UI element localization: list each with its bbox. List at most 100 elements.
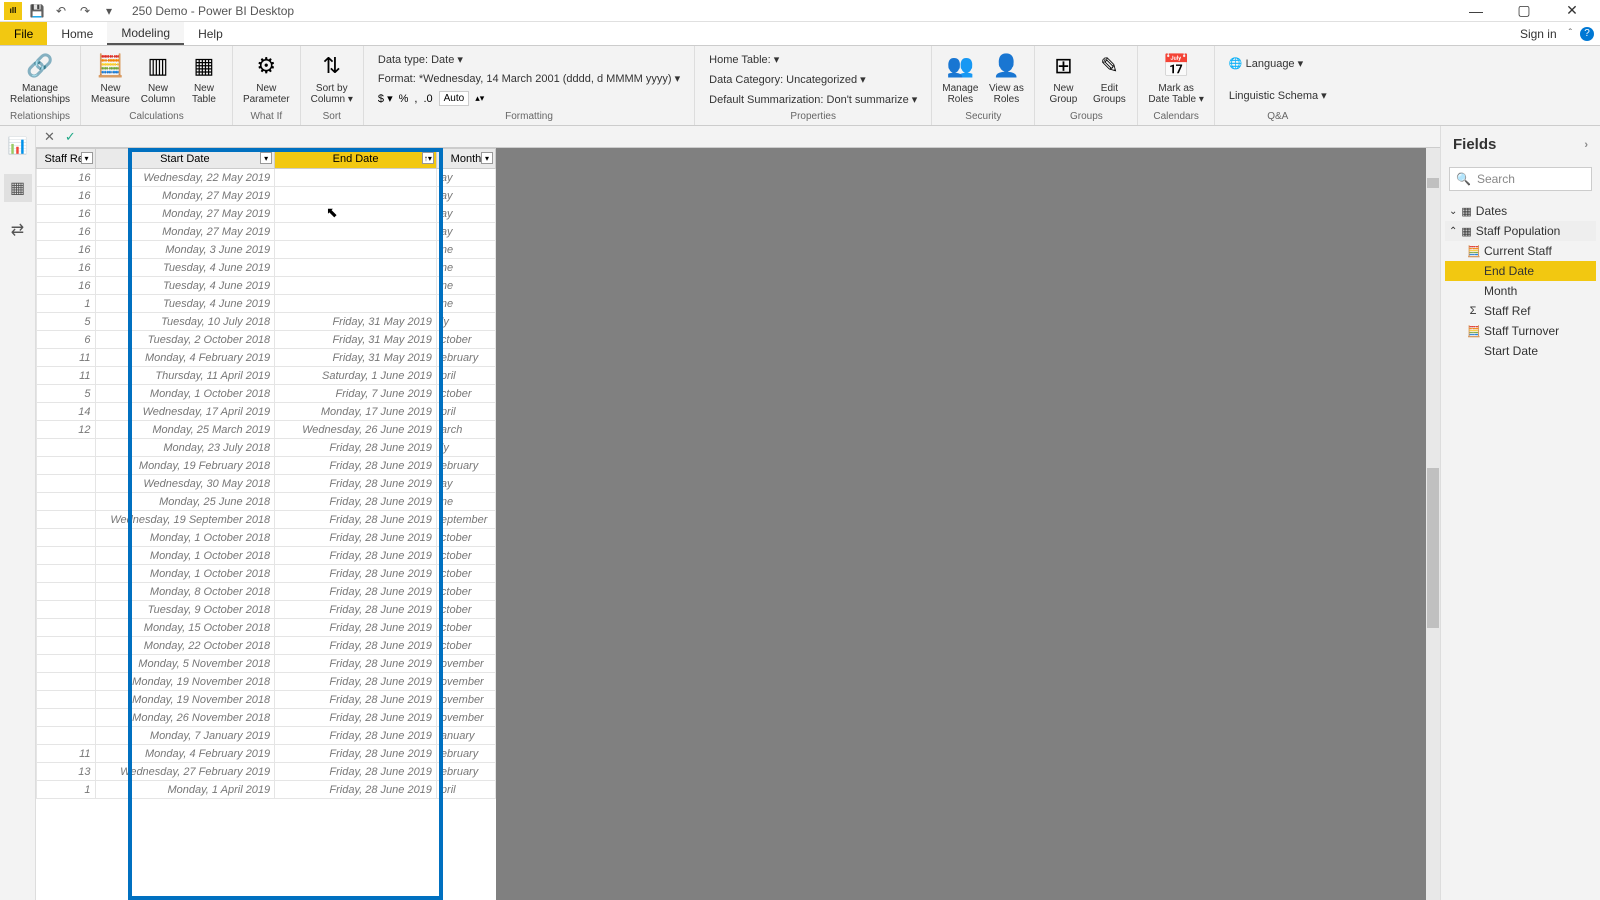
cancel-formula-icon[interactable]: ✕ bbox=[44, 129, 55, 145]
percent-button[interactable]: % bbox=[399, 93, 409, 105]
table-row[interactable]: 1Tuesday, 4 June 2019ne bbox=[37, 295, 496, 313]
table-row[interactable]: Monday, 26 November 2018Friday, 28 June … bbox=[37, 709, 496, 727]
data-type-dropdown[interactable]: Data type: Date ▾ bbox=[378, 53, 680, 66]
help-icon[interactable]: ? bbox=[1580, 27, 1594, 41]
table-row[interactable]: 16Tuesday, 4 June 2019ne bbox=[37, 277, 496, 295]
help-tab[interactable]: Help bbox=[184, 22, 237, 45]
auto-decimals[interactable]: Auto bbox=[439, 91, 470, 106]
col-header-enddate[interactable]: End Date↑▾ bbox=[275, 149, 437, 169]
table-row[interactable]: Monday, 15 October 2018Friday, 28 June 2… bbox=[37, 619, 496, 637]
table-row[interactable]: 16Wednesday, 22 May 2019ay bbox=[37, 169, 496, 187]
data-category-dropdown[interactable]: Data Category: Uncategorized ▾ bbox=[709, 73, 917, 86]
table-row[interactable]: 16Monday, 27 May 2019ay bbox=[37, 223, 496, 241]
data-grid[interactable]: Staff Ref▾ Start Date▾ End Date↑▾ Month▾… bbox=[36, 148, 496, 900]
table-row[interactable]: Monday, 23 July 2018Friday, 28 June 2019… bbox=[37, 439, 496, 457]
summarization-dropdown[interactable]: Default Summarization: Don't summarize ▾ bbox=[709, 93, 917, 106]
collapse-ribbon-icon[interactable]: ˆ bbox=[1569, 28, 1572, 39]
table-row[interactable]: 16Monday, 27 May 2019ay bbox=[37, 205, 496, 223]
table-row[interactable]: Tuesday, 9 October 2018Friday, 28 June 2… bbox=[37, 601, 496, 619]
field-start-date[interactable]: Start Date bbox=[1445, 341, 1596, 361]
table-row[interactable]: 16Monday, 27 May 2019ay bbox=[37, 187, 496, 205]
col-header-month[interactable]: Month▾ bbox=[436, 149, 495, 169]
language-dropdown[interactable]: 🌐 Language ▾ bbox=[1229, 57, 1327, 70]
redo-button[interactable]: ↷ bbox=[76, 2, 94, 20]
model-view-button[interactable]: ⇄ bbox=[4, 216, 32, 244]
new-measure-button[interactable]: 🧮New Measure bbox=[87, 48, 134, 107]
table-row[interactable]: Monday, 25 June 2018Friday, 28 June 2019… bbox=[37, 493, 496, 511]
table-row[interactable]: 13Wednesday, 27 February 2019Friday, 28 … bbox=[37, 763, 496, 781]
table-row[interactable]: Monday, 1 October 2018Friday, 28 June 20… bbox=[37, 547, 496, 565]
table-row[interactable]: Wednesday, 19 September 2018Friday, 28 J… bbox=[37, 511, 496, 529]
mark-date-table-button[interactable]: 📅Mark as Date Table ▾ bbox=[1144, 48, 1207, 107]
field-staff-turnover[interactable]: 🧮Staff Turnover bbox=[1445, 321, 1596, 341]
manage-roles-button[interactable]: 👥Manage Roles bbox=[938, 48, 982, 107]
manage-relationships-button[interactable]: 🔗 Manage Relationships bbox=[6, 48, 74, 107]
file-tab[interactable]: File bbox=[0, 22, 47, 45]
new-parameter-button[interactable]: ⚙New Parameter bbox=[239, 48, 294, 107]
table-row[interactable]: 16Tuesday, 4 June 2019ne bbox=[37, 259, 496, 277]
col-header-startdate[interactable]: Start Date▾ bbox=[95, 149, 275, 169]
table-row[interactable]: 11Monday, 4 February 2019Friday, 28 June… bbox=[37, 745, 496, 763]
table-row[interactable]: Monday, 19 February 2018Friday, 28 June … bbox=[37, 457, 496, 475]
table-row[interactable]: Monday, 22 October 2018Friday, 28 June 2… bbox=[37, 637, 496, 655]
save-button[interactable]: 💾 bbox=[28, 2, 46, 20]
modeling-tab[interactable]: Modeling bbox=[107, 22, 184, 45]
table-row[interactable]: Monday, 7 January 2019Friday, 28 June 20… bbox=[37, 727, 496, 745]
signin-link[interactable]: Sign in bbox=[1520, 27, 1569, 41]
data-view-button[interactable]: ▦ bbox=[4, 174, 32, 202]
table-row[interactable]: 5Monday, 1 October 2018Friday, 7 June 20… bbox=[37, 385, 496, 403]
home-table-dropdown[interactable]: Home Table: ▾ bbox=[709, 53, 917, 66]
table-row[interactable]: Wednesday, 30 May 2018Friday, 28 June 20… bbox=[37, 475, 496, 493]
filter-icon[interactable]: ▾ bbox=[81, 152, 93, 164]
close-button[interactable]: ✕ bbox=[1552, 1, 1592, 21]
new-table-button[interactable]: ▦New Table bbox=[182, 48, 226, 107]
col-header-staffref[interactable]: Staff Ref▾ bbox=[37, 149, 96, 169]
format-dropdown[interactable]: Format: *Wednesday, 14 March 2001 (dddd,… bbox=[378, 72, 680, 85]
field-staff-ref[interactable]: ΣStaff Ref bbox=[1445, 301, 1596, 321]
commit-formula-icon[interactable]: ✓ bbox=[65, 129, 76, 145]
table-staff-population[interactable]: ⌃ ▦ Staff Population bbox=[1445, 221, 1596, 241]
edit-groups-button[interactable]: ✎Edit Groups bbox=[1087, 48, 1131, 107]
report-view-button[interactable]: 📊 bbox=[4, 132, 32, 160]
field-month[interactable]: Month bbox=[1445, 281, 1596, 301]
collapse-fields-icon[interactable]: › bbox=[1584, 139, 1588, 151]
measure-icon: 🧮 bbox=[95, 50, 127, 82]
table-row[interactable]: Monday, 8 October 2018Friday, 28 June 20… bbox=[37, 583, 496, 601]
filter-icon[interactable]: ▾ bbox=[481, 152, 493, 164]
table-row[interactable]: 12Monday, 25 March 2019Wednesday, 26 Jun… bbox=[37, 421, 496, 439]
table-row[interactable]: 16Monday, 3 June 2019ne bbox=[37, 241, 496, 259]
linguistic-schema-dropdown[interactable]: Linguistic Schema ▾ bbox=[1229, 89, 1327, 102]
undo-button[interactable]: ↶ bbox=[52, 2, 70, 20]
minimize-button[interactable]: — bbox=[1456, 1, 1496, 21]
table-row[interactable]: Monday, 5 November 2018Friday, 28 June 2… bbox=[37, 655, 496, 673]
sort-asc-icon[interactable]: ↑▾ bbox=[422, 152, 434, 164]
table-row[interactable]: 14Wednesday, 17 April 2019Monday, 17 Jun… bbox=[37, 403, 496, 421]
fields-search-input[interactable]: 🔍 Search bbox=[1449, 167, 1592, 191]
measure-icon: 🧮 bbox=[1467, 245, 1479, 258]
view-as-roles-button[interactable]: 👤View as Roles bbox=[984, 48, 1028, 107]
table-row[interactable]: Monday, 1 October 2018Friday, 28 June 20… bbox=[37, 529, 496, 547]
maximize-button[interactable]: ▢ bbox=[1504, 1, 1544, 21]
vertical-scrollbar[interactable] bbox=[1426, 148, 1440, 900]
table-row[interactable]: 1Monday, 1 April 2019Friday, 28 June 201… bbox=[37, 781, 496, 799]
table-row[interactable]: Monday, 1 October 2018Friday, 28 June 20… bbox=[37, 565, 496, 583]
table-row[interactable]: 6Tuesday, 2 October 2018Friday, 31 May 2… bbox=[37, 331, 496, 349]
table-row[interactable]: Monday, 19 November 2018Friday, 28 June … bbox=[37, 673, 496, 691]
table-row[interactable]: 11Thursday, 11 April 2019Saturday, 1 Jun… bbox=[37, 367, 496, 385]
table-row[interactable]: 5Tuesday, 10 July 2018Friday, 31 May 201… bbox=[37, 313, 496, 331]
new-group-button[interactable]: ⊞New Group bbox=[1041, 48, 1085, 107]
filter-icon[interactable]: ▾ bbox=[260, 152, 272, 164]
table-row[interactable]: Monday, 19 November 2018Friday, 28 June … bbox=[37, 691, 496, 709]
comma-button[interactable]: , bbox=[414, 93, 417, 105]
decimals-stepper[interactable]: ▴▾ bbox=[475, 93, 484, 104]
decimal-button[interactable]: .0 bbox=[423, 93, 432, 105]
field-end-date[interactable]: End Date bbox=[1445, 261, 1596, 281]
field-current-staff[interactable]: 🧮Current Staff bbox=[1445, 241, 1596, 261]
table-dates[interactable]: ⌄ ▦ Dates bbox=[1445, 201, 1596, 221]
new-column-button[interactable]: ▥New Column bbox=[136, 48, 180, 107]
table-row[interactable]: 11Monday, 4 February 2019Friday, 31 May … bbox=[37, 349, 496, 367]
currency-button[interactable]: $ ▾ bbox=[378, 92, 393, 105]
sort-by-column-button[interactable]: ⇅Sort by Column ▾ bbox=[307, 48, 357, 107]
home-tab[interactable]: Home bbox=[47, 22, 107, 45]
qat-more-button[interactable]: ▾ bbox=[100, 2, 118, 20]
